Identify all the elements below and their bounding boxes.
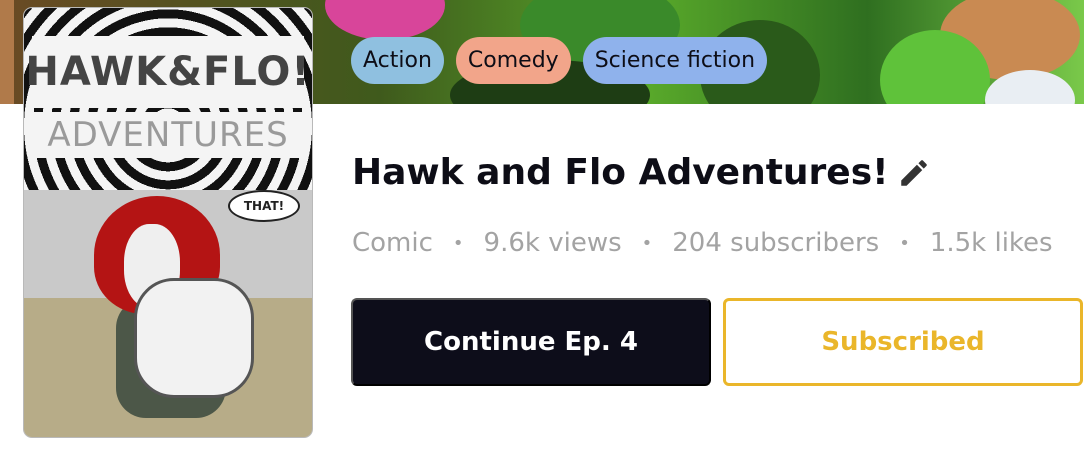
separator-dot: • (641, 232, 653, 254)
genre-tag-comedy[interactable]: Comedy (455, 37, 571, 84)
cover-logo-subtitle: ADVENTURES (32, 112, 304, 158)
continue-reading-button[interactable]: Continue Ep. 4 (351, 298, 711, 386)
subscribers-count: 204 subscribers (672, 228, 880, 258)
cover-logo-title: HAWK&FLO! (25, 36, 310, 108)
likes-count: 1.5k likes (929, 228, 1053, 258)
subscribed-button[interactable]: Subscribed (723, 298, 1083, 386)
views-count: 9.6k views (483, 228, 622, 258)
separator-dot: • (899, 232, 910, 254)
genre-tag-science-fiction[interactable]: Science fiction (582, 37, 768, 84)
title-row: Hawk and Flo Adventures! (352, 152, 931, 193)
series-cover-image: HAWK&FLO! ADVENTURES THAT! (24, 8, 312, 437)
series-stats: Comic • 9.6k views • 204 subscribers • 1… (352, 228, 1053, 258)
series-type: Comic (352, 228, 433, 258)
genre-tags: Action Comedy Science fiction (351, 37, 768, 84)
cover-speech-bubble: THAT! (228, 190, 300, 222)
series-title: Hawk and Flo Adventures! (352, 152, 889, 193)
genre-tag-action[interactable]: Action (351, 37, 444, 84)
separator-dot: • (452, 232, 464, 254)
pencil-icon[interactable] (897, 156, 931, 190)
